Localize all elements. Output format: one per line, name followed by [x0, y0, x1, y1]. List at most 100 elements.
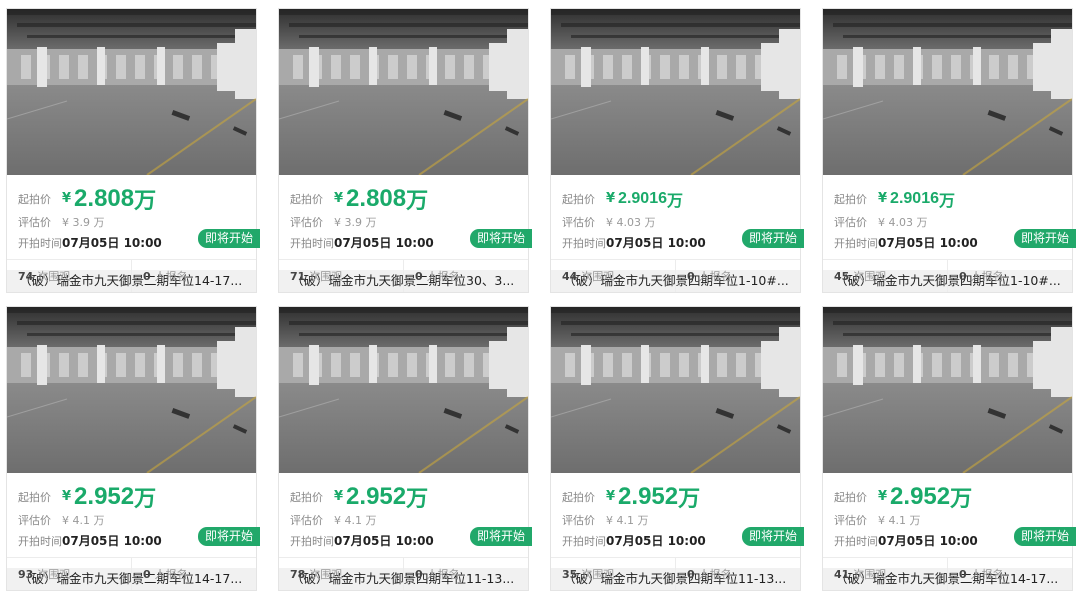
start-time-label: 开拍时间 [290, 237, 334, 250]
signups-count: 0 [687, 567, 695, 581]
start-price-row: 起拍价 ¥ 2.952 万 [18, 481, 256, 512]
estimate-label: 评估价 [290, 514, 323, 527]
signups-count: 0 [959, 269, 967, 283]
currency-symbol: ¥ [334, 191, 344, 206]
price-unit: 万 [950, 486, 973, 512]
parking-garage-photo[interactable] [279, 9, 528, 175]
start-price-row: 起拍价 ¥ 2.952 万 [834, 481, 1072, 512]
estimate-label: 评估价 [18, 216, 51, 229]
signups-count: 0 [687, 269, 695, 283]
signups-count: 0 [415, 269, 423, 283]
views-count: 41 [834, 567, 850, 581]
signups-stat: 0 人报名 [947, 558, 1072, 590]
start-price-row: 起拍价 ¥ 2.808 万 [18, 183, 256, 214]
signups-count: 0 [415, 567, 423, 581]
estimate-value: ¥ 4.1 万 [878, 514, 921, 527]
signups-count: 0 [959, 567, 967, 581]
views-label: 次围观 [581, 568, 615, 581]
start-time-label: 开拍时间 [18, 237, 62, 250]
card-stats: 45 次围观 0 人报名 [823, 259, 1072, 292]
garage-scene [551, 307, 800, 473]
currency-symbol: ¥ [878, 489, 888, 504]
card-stats: 44 次围观 0 人报名 [551, 259, 800, 292]
card-stats: 78 次围观 0 人报名 [279, 557, 528, 590]
parking-garage-photo[interactable] [279, 307, 528, 473]
views-stat: 74 次围观 [7, 260, 131, 292]
price-unit: 万 [678, 486, 701, 512]
start-time-value: 07月05日 10:00 [606, 236, 706, 250]
start-time-label: 开拍时间 [562, 237, 606, 250]
estimate-value: ¥ 4.1 万 [334, 514, 377, 527]
estimate-label: 评估价 [834, 216, 867, 229]
parking-garage-photo[interactable] [7, 307, 256, 473]
card-info: 起拍价 ¥ 2.808 万 评估价 ¥ 3.9 万 开拍时间 07月05日 10… [7, 175, 260, 261]
garage-scene [7, 9, 256, 175]
estimate-value: ¥ 3.9 万 [334, 216, 377, 229]
start-time-label: 开拍时间 [290, 535, 334, 548]
parking-garage-photo[interactable] [823, 9, 1072, 175]
auction-card[interactable]: （破）瑞金市九天御景四期车位11-13... 起拍价 ¥ 2.952 万 评估价… [278, 306, 532, 591]
card-stats: 41 次围观 0 人报名 [823, 557, 1072, 590]
estimate-value: ¥ 4.1 万 [62, 514, 105, 527]
start-price-label: 起拍价 [562, 490, 595, 504]
currency-symbol: ¥ [878, 191, 888, 206]
views-stat: 35 次围观 [551, 558, 675, 590]
signups-label: 人报名 [154, 270, 188, 283]
auction-card[interactable]: （破）瑞金市九天御景二期车位14-17... 起拍价 ¥ 2.952 万 评估价… [822, 306, 1076, 591]
currency-symbol: ¥ [334, 489, 344, 504]
signups-label: 人报名 [426, 270, 460, 283]
currency-symbol: ¥ [606, 191, 616, 206]
auction-card[interactable]: （破）瑞金市九天御景四期车位11-13... 起拍价 ¥ 2.952 万 评估价… [550, 306, 804, 591]
start-price-row: 起拍价 ¥ 2.952 万 [562, 481, 800, 512]
garage-scene [279, 307, 528, 473]
price-unit: 万 [134, 188, 157, 214]
start-time-value: 07月05日 10:00 [334, 534, 434, 548]
auction-card[interactable]: （破）瑞金市九天御景二期车位30、3... 起拍价 ¥ 2.808 万 评估价 … [278, 8, 532, 293]
start-time-value: 07月05日 10:00 [62, 236, 162, 250]
signups-stat: 0 人报名 [131, 260, 256, 292]
start-time-label: 开拍时间 [834, 237, 878, 250]
garage-scene [7, 307, 256, 473]
signups-label: 人报名 [970, 568, 1004, 581]
start-price-label: 起拍价 [18, 192, 51, 206]
auction-card[interactable]: （破）瑞金市九天御景四期车位1-10#... 起拍价 ¥ 2.9016 万 评估… [550, 8, 804, 293]
parking-garage-photo[interactable] [551, 9, 800, 175]
views-stat: 93 次围观 [7, 558, 131, 590]
price-unit: 万 [406, 486, 429, 512]
views-stat: 78 次围观 [279, 558, 403, 590]
start-time-value: 07月05日 10:00 [606, 534, 706, 548]
start-price-value: 2.9016 [618, 189, 667, 207]
upcoming-badge: 即将开始 [198, 229, 260, 248]
upcoming-badge: 即将开始 [1014, 229, 1076, 248]
views-label: 次围观 [309, 270, 343, 283]
start-time-value: 07月05日 10:00 [878, 236, 978, 250]
parking-garage-photo[interactable] [7, 9, 256, 175]
views-count: 78 [290, 567, 306, 581]
card-stats: 71 次围观 0 人报名 [279, 259, 528, 292]
card-stats: 74 次围观 0 人报名 [7, 259, 256, 292]
parking-garage-photo[interactable] [823, 307, 1072, 473]
estimate-value: ¥ 4.03 万 [878, 216, 928, 229]
auction-grid: （破）瑞金市九天御景二期车位14-17... 起拍价 ¥ 2.808 万 评估价… [6, 8, 1076, 591]
start-time-value: 07月05日 10:00 [334, 236, 434, 250]
signups-label: 人报名 [698, 270, 732, 283]
upcoming-badge: 即将开始 [470, 527, 532, 546]
auction-card[interactable]: （破）瑞金市九天御景二期车位14-17... 起拍价 ¥ 2.808 万 评估价… [6, 8, 260, 293]
card-info: 起拍价 ¥ 2.808 万 评估价 ¥ 3.9 万 开拍时间 07月05日 10… [279, 175, 532, 261]
views-count: 93 [18, 567, 34, 581]
views-label: 次围观 [581, 270, 615, 283]
views-label: 次围观 [853, 568, 887, 581]
signups-label: 人报名 [698, 568, 732, 581]
signups-stat: 0 人报名 [131, 558, 256, 590]
views-count: 44 [562, 269, 578, 283]
start-time-label: 开拍时间 [562, 535, 606, 548]
auction-card[interactable]: （破）瑞金市九天御景四期车位1-10#... 起拍价 ¥ 2.9016 万 评估… [822, 8, 1076, 293]
parking-garage-photo[interactable] [551, 307, 800, 473]
start-price-row: 起拍价 ¥ 2.9016 万 [562, 183, 800, 214]
estimate-value: ¥ 4.1 万 [606, 514, 649, 527]
card-info: 起拍价 ¥ 2.952 万 评估价 ¥ 4.1 万 开拍时间 07月05日 10… [551, 473, 804, 559]
auction-card[interactable]: （破）瑞金市九天御景二期车位14-17... 起拍价 ¥ 2.952 万 评估价… [6, 306, 260, 591]
garage-scene [823, 307, 1072, 473]
views-label: 次围观 [37, 568, 71, 581]
start-price-value: 2.952 [346, 482, 407, 510]
